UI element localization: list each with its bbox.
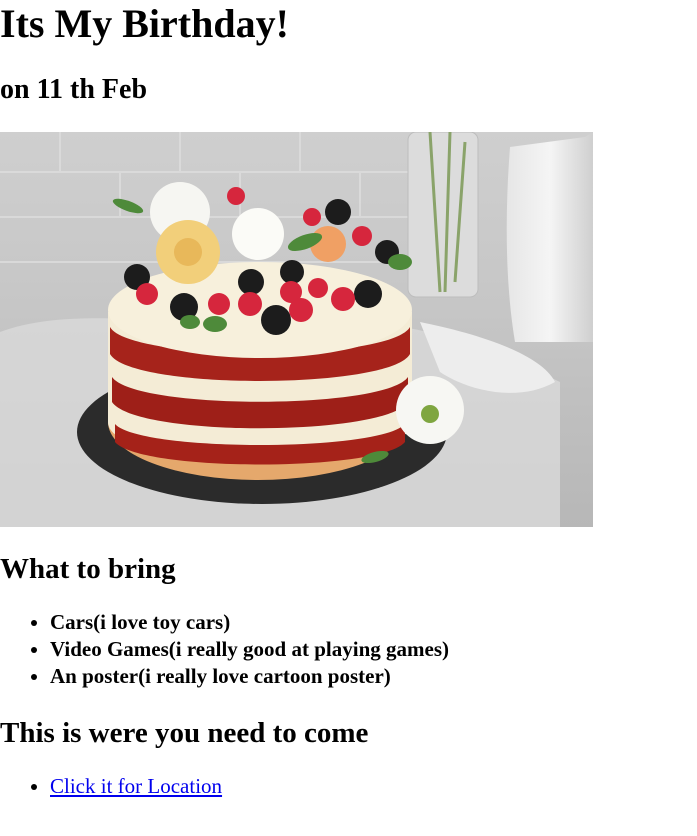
bring-list: Cars(i love toy cars) Video Games(i real…	[0, 609, 449, 690]
location-heading: This is were you need to come	[0, 717, 369, 749]
list-item: Cars(i love toy cars)	[50, 609, 449, 636]
page-title: Its My Birthday!	[0, 1, 289, 46]
location-list: Click it for Location	[0, 773, 222, 800]
cake-image	[0, 132, 593, 527]
birthday-date: on 11 th Feb	[0, 74, 148, 105]
location-link[interactable]: Click it for Location	[50, 774, 222, 798]
what-to-bring-heading: What to bring	[0, 553, 176, 585]
list-item: An poster(i really love cartoon poster)	[50, 663, 449, 690]
list-item: Video Games(i really good at playing gam…	[50, 636, 449, 663]
list-item: Click it for Location	[50, 773, 222, 800]
